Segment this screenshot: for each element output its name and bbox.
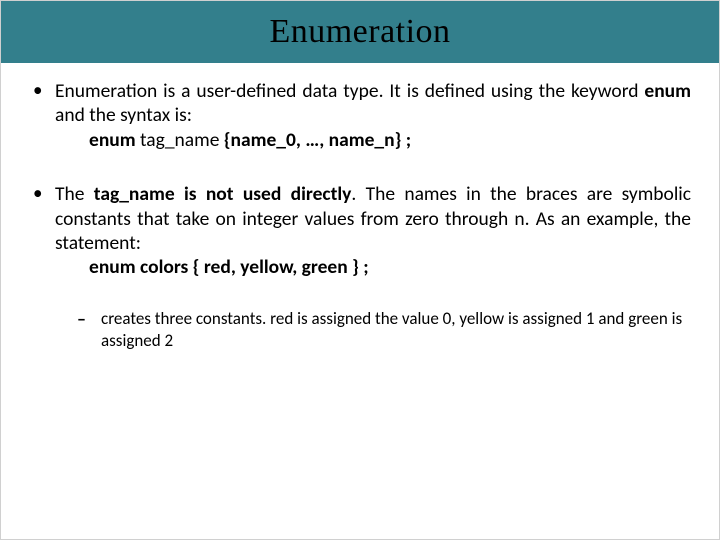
bullet-1: Enumeration is a user-defined data type.…	[33, 79, 691, 152]
slide-title: Enumeration	[269, 13, 450, 51]
slide-body: Enumeration is a user-defined data type.…	[1, 63, 719, 352]
example-code: enum colors { red, yellow, green } ;	[89, 255, 369, 279]
title-bar: Enumeration	[1, 1, 719, 63]
braces-text: {name_0, …, name_n} ;	[224, 128, 411, 152]
bullet-2: The tag_name is not used directly. The n…	[33, 182, 691, 352]
example-line: enum colors { red, yellow, green } ;	[55, 255, 691, 279]
sub-bullet: creates three constants. red is assigned…	[55, 308, 691, 352]
bold-tag-name: tag_name is not used directly	[94, 182, 352, 206]
bullet-1-text-b: and the syntax is:	[55, 103, 192, 127]
keyword-enum-1: enum	[644, 79, 691, 103]
bullet-1-text-a: Enumeration is a user-defined data type.…	[55, 79, 644, 103]
tag-name-text: tag_name	[136, 128, 224, 152]
bullet-2-text-a: The	[55, 182, 94, 206]
keyword-enum-2: enum	[89, 128, 136, 152]
syntax-line: enum tag_name {name_0, …, name_n} ;	[55, 128, 691, 152]
